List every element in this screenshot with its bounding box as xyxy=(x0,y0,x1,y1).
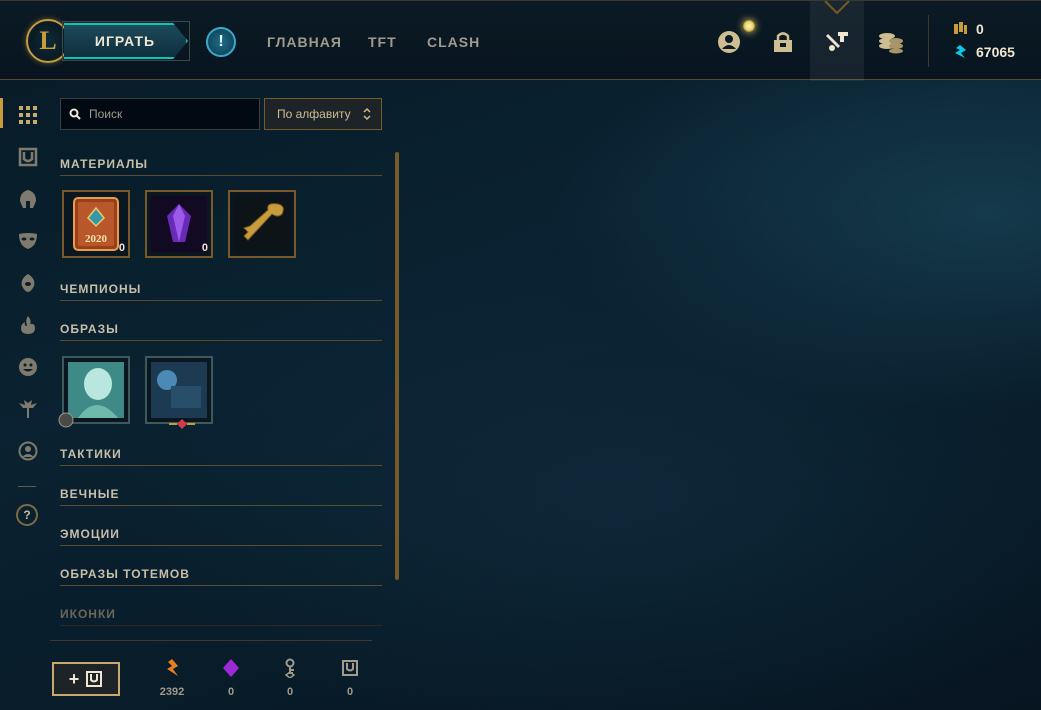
resource-orange-essence: 2392 xyxy=(152,656,192,698)
blue-essence-value: 67065 xyxy=(976,44,1015,60)
key-icon xyxy=(284,658,296,678)
nav-clash[interactable]: CLASH xyxy=(427,34,480,50)
play-button-label: ИГРАТЬ xyxy=(94,33,156,49)
skin-shard-tile[interactable] xyxy=(58,356,130,428)
resource-key: 0 xyxy=(270,656,310,698)
alert-button[interactable]: ! xyxy=(206,27,236,57)
emote-icon[interactable] xyxy=(17,356,39,378)
skin-shard-blue-icon xyxy=(151,362,207,418)
sort-dropdown-label: По алфавиту xyxy=(277,107,351,121)
category-emotes[interactable]: ЭМОЦИИ xyxy=(60,526,382,546)
nav-home[interactable]: ГЛАВНАЯ xyxy=(267,34,342,50)
fire-icon[interactable] xyxy=(17,314,39,336)
skin-shard-teal-icon xyxy=(68,362,124,418)
profile-icon[interactable] xyxy=(17,440,39,462)
notification-dot xyxy=(743,20,755,32)
mythic-gem-icon xyxy=(223,659,239,677)
search-field[interactable] xyxy=(60,98,260,130)
sort-arrows-icon xyxy=(363,107,371,121)
search-input[interactable] xyxy=(89,107,249,121)
category-skins[interactable]: ОБРАЗЫ xyxy=(60,321,382,341)
category-icons[interactable]: ИКОНКИ xyxy=(60,606,382,626)
riot-points[interactable]: 0 xyxy=(952,21,984,37)
logo-letter: L xyxy=(39,26,57,55)
category-champions[interactable]: ЧЕМПИОНЫ xyxy=(60,281,382,301)
store-icon[interactable] xyxy=(876,27,906,57)
riot-points-value: 0 xyxy=(976,21,984,37)
help-icon: ? xyxy=(23,508,31,522)
orange-essence-value: 2392 xyxy=(159,686,185,698)
active-chevron-icon xyxy=(824,1,850,15)
category-eternals[interactable]: ВЕЧНЫЕ xyxy=(60,486,382,506)
top-navigation-bar: L ИГРАТЬ ! ГЛАВНАЯ TFT CLASH 0 67065 xyxy=(0,0,1041,81)
riot-points-icon xyxy=(954,22,967,34)
search-icon xyxy=(69,108,81,120)
event-pass-2020-icon: 2020 xyxy=(73,197,119,251)
rarity-gem-icon xyxy=(169,419,195,429)
material-count: 0 xyxy=(201,242,208,254)
material-tile-event-pass[interactable]: 2020 0 xyxy=(62,190,130,258)
alert-icon: ! xyxy=(218,33,224,50)
resource-mythic-gem: 0 xyxy=(211,656,251,698)
svg-text:2020: 2020 xyxy=(85,233,108,245)
rarity-badge-icon xyxy=(58,412,74,428)
chest-value: 0 xyxy=(346,686,354,698)
profile-icon[interactable] xyxy=(714,27,744,57)
help-button[interactable]: ? xyxy=(16,504,38,526)
ward-icon[interactable] xyxy=(17,272,39,294)
sidebar-active-bar xyxy=(0,98,3,128)
collection-icon[interactable] xyxy=(768,27,798,57)
skin-mask-icon[interactable] xyxy=(17,230,39,252)
chest-icon xyxy=(86,671,103,687)
blue-essence-icon xyxy=(955,45,966,58)
nav-tft[interactable]: TFT xyxy=(368,34,397,50)
material-tile-gem[interactable]: 0 xyxy=(145,190,213,258)
orange-essence-icon xyxy=(167,659,178,676)
add-chest-button[interactable]: + xyxy=(52,662,120,696)
tactician-icon[interactable] xyxy=(17,398,39,420)
category-ward-skins[interactable]: ОБРАЗЫ ТОТЕМОВ xyxy=(60,566,382,586)
sidebar-divider xyxy=(18,486,36,487)
play-button[interactable]: ИГРАТЬ xyxy=(64,23,188,59)
collection-sidebar xyxy=(0,81,52,710)
material-tile-key-fragment[interactable] xyxy=(228,190,296,258)
category-materials[interactable]: МАТЕРИАЛЫ xyxy=(60,156,382,176)
grid-icon[interactable] xyxy=(17,104,39,126)
purple-gem-icon xyxy=(151,196,207,252)
footer-divider xyxy=(50,640,372,641)
material-count: 0 xyxy=(118,242,125,254)
currency-divider xyxy=(928,15,929,67)
champion-helmet-icon[interactable] xyxy=(17,188,39,210)
hextech-key-fragment-icon xyxy=(234,196,290,252)
add-label: + xyxy=(68,668,80,689)
category-tacticians[interactable]: ТАКТИКИ xyxy=(60,446,382,466)
inventory-scrollbar[interactable] xyxy=(395,152,399,580)
skin-shard-tile[interactable] xyxy=(145,356,213,429)
chest-icon xyxy=(342,660,358,676)
key-value: 0 xyxy=(286,686,294,698)
sort-dropdown[interactable]: По алфавиту xyxy=(264,98,382,130)
resource-chest: 0 xyxy=(330,656,370,698)
blue-essence[interactable]: 67065 xyxy=(952,44,1015,60)
chest-icon[interactable] xyxy=(17,146,39,168)
mythic-gem-value: 0 xyxy=(227,686,235,698)
league-logo-icon[interactable]: L xyxy=(26,19,70,63)
